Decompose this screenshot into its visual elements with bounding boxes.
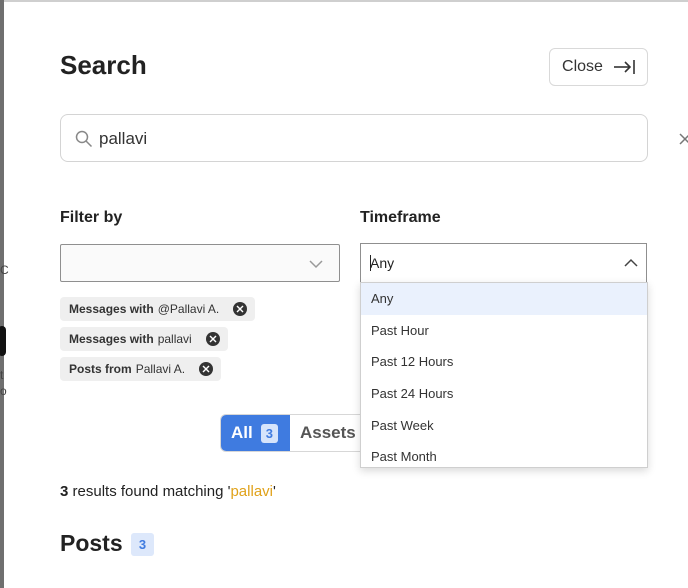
timeframe-option[interactable]: Any bbox=[361, 283, 647, 315]
background-text-fragment: o bbox=[0, 384, 7, 398]
chevron-up-icon bbox=[624, 258, 638, 267]
posts-section-title: Posts bbox=[60, 530, 123, 556]
close-arrow-icon bbox=[613, 60, 635, 74]
tab-all[interactable]: All 3 bbox=[221, 415, 290, 451]
timeframe-option[interactable]: Past Week bbox=[361, 409, 647, 441]
filter-chip: Messages with @Pallavi A. bbox=[60, 297, 256, 321]
tab-all-label: All bbox=[231, 423, 253, 442]
filter-by-select[interactable] bbox=[60, 244, 340, 282]
page-title: Search bbox=[60, 50, 147, 80]
results-suffix: ' bbox=[273, 483, 276, 500]
filter-chip: Posts from Pallavi A. bbox=[60, 357, 222, 381]
timeframe-option[interactable]: Past Month bbox=[361, 441, 647, 467]
search-box[interactable] bbox=[60, 114, 688, 162]
chip-label-bold: Posts from bbox=[69, 362, 132, 376]
background-page-edge bbox=[0, 0, 4, 588]
filter-by-label: Filter by bbox=[60, 209, 123, 226]
tab-all-count: 3 bbox=[260, 423, 278, 443]
chip-label-text: Pallavi A. bbox=[135, 362, 186, 376]
chip-label-bold: Messages with bbox=[69, 302, 154, 316]
text-cursor bbox=[370, 255, 371, 271]
results-summary: 3 results found matching 'pallavi' bbox=[60, 483, 276, 500]
filter-chip: Messages with pallavi bbox=[60, 327, 228, 351]
results-query: pallavi bbox=[230, 483, 273, 500]
chip-label-text: @Pallavi A. bbox=[157, 302, 220, 316]
tab-assets[interactable]: Assets bbox=[289, 415, 370, 451]
chip-remove-icon[interactable] bbox=[199, 362, 214, 376]
result-type-tabs: All 3 Assets bbox=[220, 414, 371, 452]
chip-remove-icon[interactable] bbox=[233, 302, 248, 316]
tab-assets-label: Assets bbox=[299, 423, 356, 442]
timeframe-value: Any bbox=[370, 255, 395, 271]
close-button-label: Close bbox=[562, 58, 603, 75]
timeframe-select[interactable]: Any bbox=[360, 243, 647, 283]
close-button[interactable]: Close bbox=[549, 48, 648, 86]
timeframe-option[interactable]: Past 24 Hours bbox=[361, 378, 647, 410]
background-text-fragment: C bbox=[0, 263, 9, 277]
chip-label-text: pallavi bbox=[157, 332, 192, 346]
timeframe-dropdown-menu: Any Past Hour Past 12 Hours Past 24 Hour… bbox=[360, 282, 648, 468]
chevron-down-icon bbox=[309, 260, 323, 269]
search-icon bbox=[75, 130, 93, 148]
chip-label-bold: Messages with bbox=[69, 332, 154, 346]
background-text-fragment: t bbox=[0, 368, 4, 382]
background-page-avatar-fragment bbox=[0, 326, 6, 356]
timeframe-option[interactable]: Past 12 Hours bbox=[361, 346, 647, 378]
results-text: results found matching ' bbox=[68, 483, 231, 500]
timeframe-label: Timeframe bbox=[360, 209, 441, 226]
window-top-border bbox=[0, 0, 688, 2]
chip-remove-icon[interactable] bbox=[205, 332, 220, 346]
timeframe-option[interactable]: Past Hour bbox=[361, 315, 647, 347]
clear-icon[interactable] bbox=[678, 132, 688, 146]
search-input[interactable] bbox=[99, 125, 619, 153]
posts-count-badge: 3 bbox=[131, 533, 154, 556]
